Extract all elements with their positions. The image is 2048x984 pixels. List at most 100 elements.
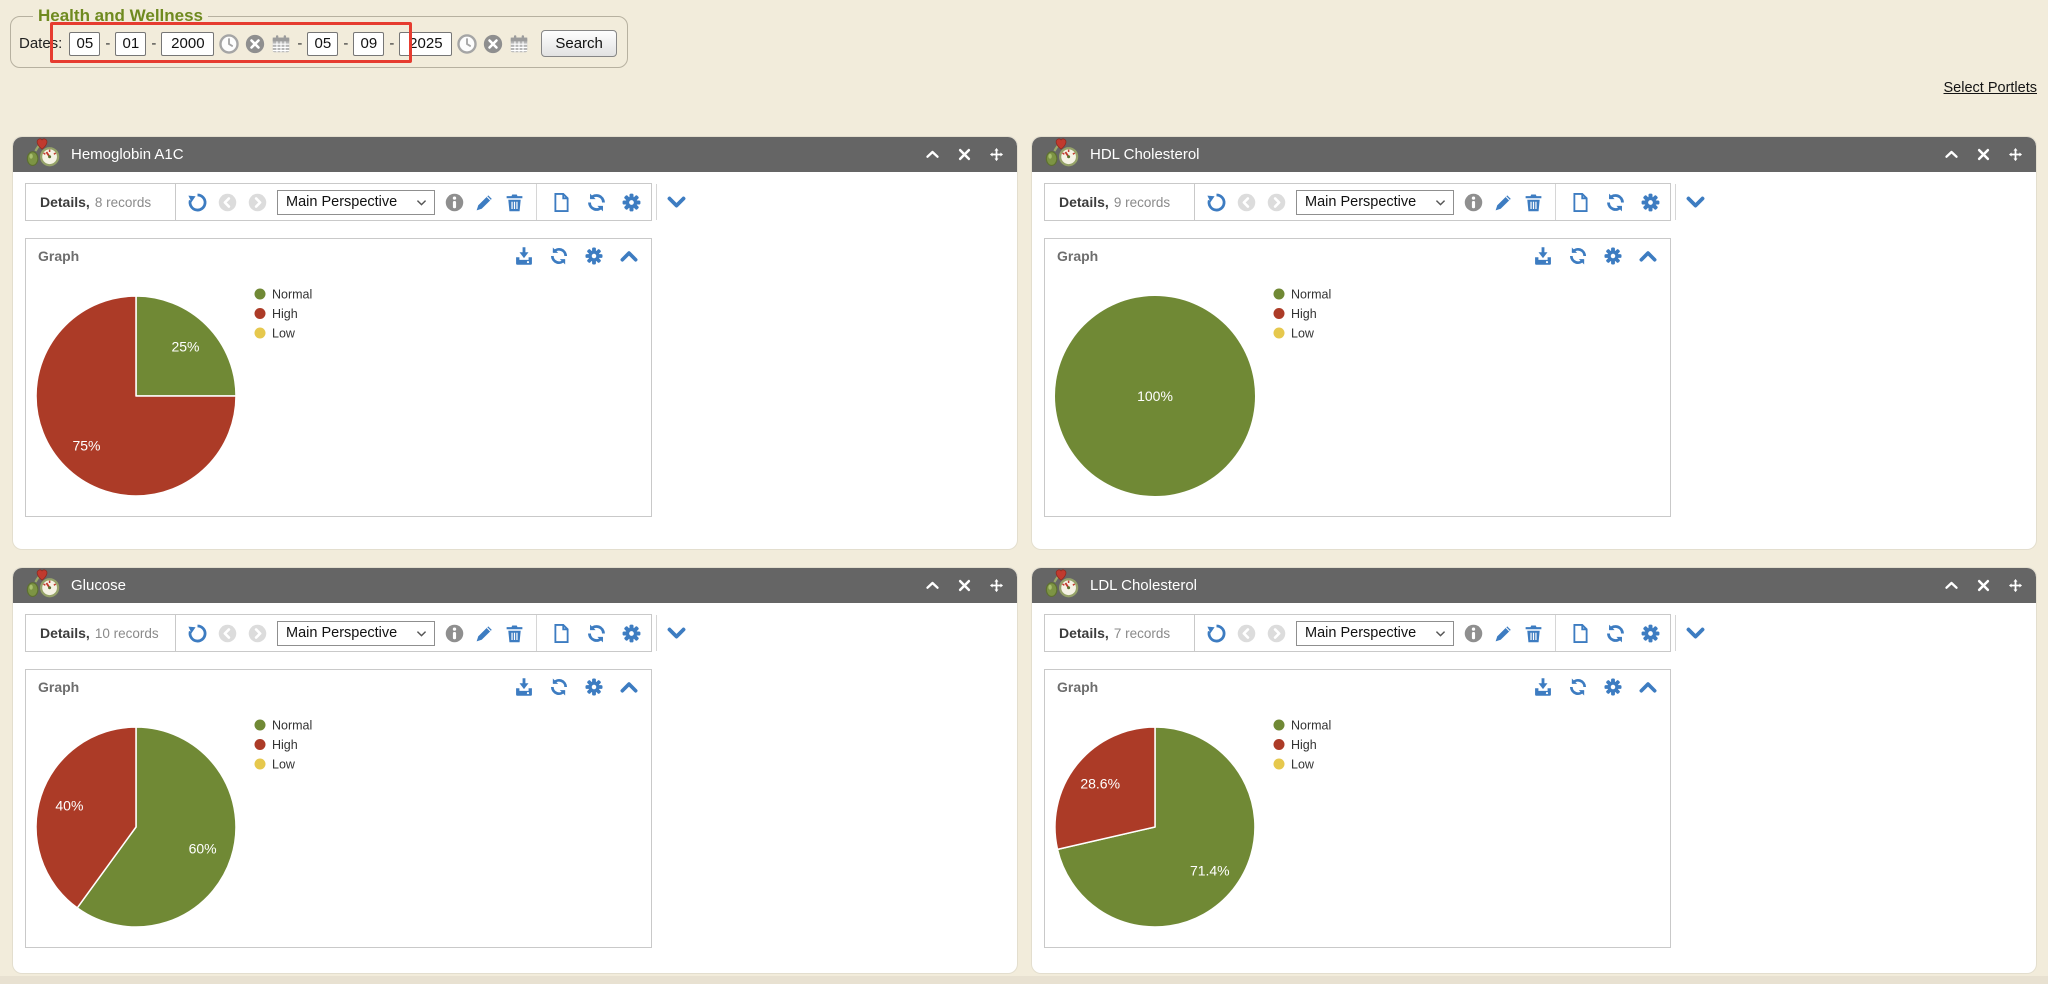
settings-icon[interactable] [621,623,642,644]
from-day-input[interactable] [115,32,146,56]
delete-icon[interactable] [504,192,525,213]
portlet-titlebar[interactable]: Hemoglobin A1C [13,137,1017,172]
refresh-graph-icon[interactable] [1568,246,1588,266]
refresh-graph-icon[interactable] [549,677,569,697]
back-icon[interactable] [217,192,238,213]
perspective-select[interactable]: Main Perspective [277,190,435,215]
refresh-icon[interactable] [586,192,607,213]
close-portlet-icon[interactable] [1976,147,1991,162]
settings-icon[interactable] [1640,192,1661,213]
graph-settings-icon[interactable] [584,677,604,697]
to-calendar-icon[interactable] [508,33,530,55]
delete-icon[interactable] [504,623,525,644]
pie-chart-svg: NormalHighLow25%75% [26,273,651,516]
collapse-portlet-icon[interactable] [925,578,940,593]
close-portlet-icon[interactable] [957,147,972,162]
edit-icon[interactable] [474,192,495,213]
collapse-graph-icon[interactable] [619,677,639,697]
portlet-titlebar[interactable]: Glucose [13,568,1017,603]
info-icon[interactable] [444,192,465,213]
to-month-input[interactable] [307,32,338,56]
collapse-graph-icon[interactable] [619,246,639,266]
edit-icon[interactable] [474,623,495,644]
portlet-titlebar[interactable]: HDL Cholesterol [1032,137,2036,172]
expand-details-icon[interactable] [666,192,687,213]
graph-settings-icon[interactable] [1603,677,1623,697]
move-portlet-icon[interactable] [989,147,1004,162]
collapse-graph-icon[interactable] [1638,246,1658,266]
download-icon[interactable] [1533,246,1553,266]
refresh-icon[interactable] [1605,192,1626,213]
move-portlet-icon[interactable] [2008,578,2023,593]
forward-icon[interactable] [1266,192,1287,213]
portlet-titlebar[interactable]: LDL Cholesterol [1032,568,2036,603]
undo-icon[interactable] [187,623,208,644]
refresh-icon[interactable] [1605,623,1626,644]
report-icon[interactable] [1570,623,1591,644]
download-icon[interactable] [1533,677,1553,697]
collapse-graph-icon[interactable] [1638,677,1658,697]
refresh-graph-icon[interactable] [1568,677,1588,697]
graph-title: Graph [1057,248,1098,264]
search-button[interactable]: Search [541,30,617,57]
from-year-input[interactable] [161,32,214,56]
info-icon[interactable] [1463,192,1484,213]
back-icon[interactable] [1236,623,1257,644]
report-icon[interactable] [551,623,572,644]
collapse-portlet-icon[interactable] [1944,147,1959,162]
refresh-icon[interactable] [586,623,607,644]
collapse-portlet-icon[interactable] [925,147,940,162]
report-icon[interactable] [551,192,572,213]
undo-icon[interactable] [1206,623,1227,644]
graph-settings-icon[interactable] [1603,246,1623,266]
to-day-input[interactable] [353,32,384,56]
report-icon[interactable] [1570,192,1591,213]
from-clock-icon[interactable] [218,33,240,55]
expand-details-icon[interactable] [1685,623,1706,644]
download-icon[interactable] [514,246,534,266]
move-portlet-icon[interactable] [2008,147,2023,162]
perspective-select[interactable]: Main Perspective [277,621,435,646]
forward-icon[interactable] [1266,623,1287,644]
forward-icon[interactable] [247,623,268,644]
details-label: Details, [40,194,90,210]
refresh-graph-icon[interactable] [549,246,569,266]
select-portlets-link[interactable]: Select Portlets [1944,80,2038,96]
close-portlet-icon[interactable] [957,578,972,593]
from-clear-icon[interactable] [244,33,266,55]
svg-text:High: High [272,307,298,321]
svg-text:High: High [272,738,298,752]
section-title: Health and Wellness [33,6,208,26]
details-collapse [1676,184,1715,220]
edit-icon[interactable] [1493,623,1514,644]
settings-icon[interactable] [1640,623,1661,644]
edit-icon[interactable] [1493,192,1514,213]
delete-icon[interactable] [1523,623,1544,644]
to-year-input[interactable] [399,32,452,56]
info-icon[interactable] [1463,623,1484,644]
back-icon[interactable] [1236,192,1257,213]
undo-icon[interactable] [187,192,208,213]
from-calendar-icon[interactable] [270,33,292,55]
svg-text:High: High [1291,738,1317,752]
info-icon[interactable] [444,623,465,644]
graph-settings-icon[interactable] [584,246,604,266]
perspective-select[interactable]: Main Perspective [1296,190,1454,215]
download-icon[interactable] [514,677,534,697]
expand-details-icon[interactable] [666,623,687,644]
to-clock-icon[interactable] [456,33,478,55]
move-portlet-icon[interactable] [989,578,1004,593]
svg-text:High: High [1291,307,1317,321]
undo-icon[interactable] [1206,192,1227,213]
collapse-portlet-icon[interactable] [1944,578,1959,593]
settings-icon[interactable] [621,192,642,213]
expand-details-icon[interactable] [1685,192,1706,213]
forward-icon[interactable] [247,192,268,213]
pie-chart: NormalHighLow60%40% [26,704,651,947]
to-clear-icon[interactable] [482,33,504,55]
perspective-select[interactable]: Main Perspective [1296,621,1454,646]
from-month-input[interactable] [69,32,100,56]
close-portlet-icon[interactable] [1976,578,1991,593]
back-icon[interactable] [217,623,238,644]
delete-icon[interactable] [1523,192,1544,213]
